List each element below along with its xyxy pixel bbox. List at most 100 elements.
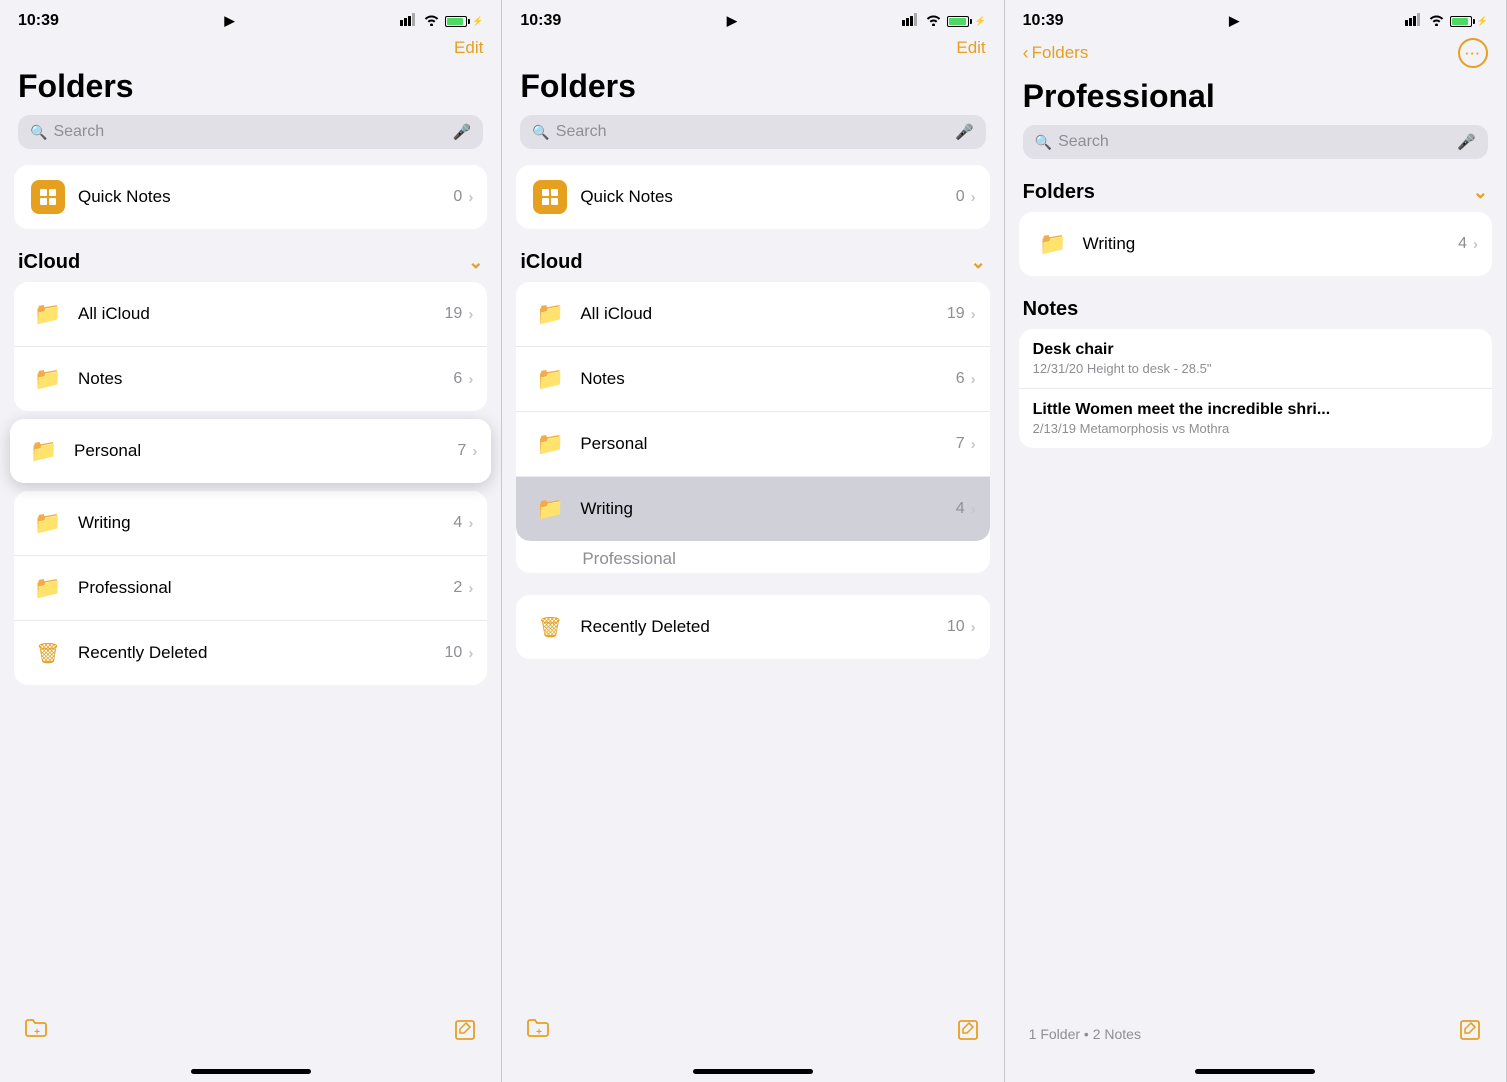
battery-icon-1: ⚡ — [445, 16, 483, 27]
compose-button-3[interactable] — [1458, 1018, 1482, 1049]
icloud-chevron-1[interactable]: ⌄ — [468, 252, 483, 273]
note-title-1: Desk chair — [1033, 341, 1478, 359]
recently-deleted-label-1: Recently Deleted — [78, 643, 445, 663]
compose-button-2[interactable] — [956, 1018, 980, 1049]
search-icon-3: 🔍 — [1035, 134, 1052, 151]
status-bar-3: 10:39 ▶ ⚡ — [1005, 0, 1506, 34]
writing-folder-item-3[interactable]: 📁 Writing 4 › — [1019, 212, 1492, 276]
location-icon-3: ▶ — [1229, 13, 1239, 29]
all-icloud-label-2: All iCloud — [580, 304, 947, 324]
time-2: 10:39 — [520, 12, 561, 30]
mic-icon-2[interactable]: 🎤 — [955, 123, 974, 141]
personal-icon-2: 📁 — [532, 426, 568, 462]
all-icloud-icon-2: 📁 — [532, 296, 568, 332]
status-icons-2: ⚡ — [902, 13, 985, 29]
mic-icon-1[interactable]: 🎤 — [453, 123, 472, 141]
all-icloud-icon-1: 📁 — [30, 296, 66, 332]
bottom-toolbar-2: + — [502, 1008, 1003, 1069]
nav-bar-2: Edit — [502, 34, 1003, 66]
status-icons-3: ⚡ — [1405, 13, 1488, 29]
notes-folder-icon-2: 📁 — [532, 361, 568, 397]
time-1: 10:39 — [18, 12, 59, 30]
writing-item-1[interactable]: 📁 Writing 4 › — [14, 491, 487, 556]
professional-ghost-2: Professional — [516, 541, 989, 573]
writing-item-2[interactable]: 📁 Writing 4 › — [516, 477, 989, 541]
search-bar-3[interactable]: 🔍 Search 🎤 — [1023, 125, 1488, 159]
writing-professional-card-1: 📁 Writing 4 › 📁 Professional 2 › 🗑 Recen… — [14, 491, 487, 685]
icloud-card-1: 📁 All iCloud 19 › 📁 Notes 6 › — [14, 282, 487, 411]
notes-folder-label-2: Notes — [580, 369, 955, 389]
compose-button-1[interactable] — [453, 1018, 477, 1049]
quick-notes-chevron-1: › — [468, 189, 473, 206]
quick-notes-item-1[interactable]: Quick Notes 0 › — [14, 165, 487, 229]
recently-deleted-label-2: Recently Deleted — [580, 617, 947, 637]
writing-count-1: 4 — [453, 514, 462, 532]
mic-icon-3[interactable]: 🎤 — [1457, 133, 1476, 151]
new-folder-button-2[interactable]: + — [526, 1018, 552, 1049]
icloud-header-2: iCloud ⌄ — [502, 245, 1003, 282]
quick-notes-label-2: Quick Notes — [580, 187, 955, 207]
icloud-title-1: iCloud — [18, 251, 80, 274]
trash-icon-1: 🗑 — [30, 635, 66, 671]
back-label-3: Folders — [1032, 43, 1089, 63]
all-icloud-count-2: 19 — [947, 305, 965, 323]
quick-notes-item-2[interactable]: Quick Notes 0 › — [516, 165, 989, 229]
nav-bar-3: ‹ Folders ··· — [1005, 34, 1506, 76]
recently-deleted-item-2[interactable]: 🗑 Recently Deleted 10 › — [516, 595, 989, 659]
status-bar-1: 10:39 ▶ ⚡ — [0, 0, 501, 34]
professional-item-1[interactable]: 📁 Professional 2 › — [14, 556, 487, 621]
folders-chevron-3[interactable]: ⌄ — [1473, 182, 1488, 203]
personal-label-2: Personal — [580, 434, 955, 454]
notes-folder-label-1: Notes — [78, 369, 453, 389]
personal-item-2[interactable]: 📁 Personal 7 › — [516, 412, 989, 477]
personal-item-1[interactable]: 📁 Personal 7 › — [10, 419, 491, 483]
back-button-3[interactable]: ‹ Folders — [1023, 43, 1089, 64]
all-icloud-item-1[interactable]: 📁 All iCloud 19 › — [14, 282, 487, 347]
professional-icon-1: 📁 — [30, 570, 66, 606]
location-icon-1: ▶ — [225, 13, 235, 29]
panel-1: 10:39 ▶ ⚡ Edit Folders 🔍 Search — [0, 0, 502, 1082]
professional-count-1: 2 — [453, 579, 462, 597]
edit-button-1[interactable]: Edit — [454, 38, 483, 58]
edit-button-2[interactable]: Edit — [956, 38, 985, 58]
all-icloud-item-2[interactable]: 📁 All iCloud 19 › — [516, 282, 989, 347]
trash-icon-2: 🗑 — [532, 609, 568, 645]
home-indicator-1 — [0, 1069, 501, 1082]
writing-icon-1: 📁 — [30, 505, 66, 541]
location-icon-2: ▶ — [727, 13, 737, 29]
svg-text:+: + — [536, 1027, 542, 1038]
battery-icon-3: ⚡ — [1450, 16, 1488, 27]
notes-folder-item-1[interactable]: 📁 Notes 6 › — [14, 347, 487, 411]
icloud-chevron-2[interactable]: ⌄ — [971, 252, 986, 273]
quick-notes-chevron-2: › — [971, 189, 976, 206]
notes-folder-count-2: 6 — [956, 370, 965, 388]
recently-deleted-count-2: 10 — [947, 618, 965, 636]
battery-icon-2: ⚡ — [947, 16, 985, 27]
nav-bar-1: Edit — [0, 34, 501, 66]
time-3: 10:39 — [1023, 12, 1064, 30]
icloud-header-1: iCloud ⌄ — [0, 245, 501, 282]
search-placeholder-2: Search — [556, 123, 949, 141]
notes-card-3: Desk chair 12/31/20 Height to desk - 28.… — [1019, 329, 1492, 448]
search-bar-1[interactable]: 🔍 Search 🎤 — [18, 115, 483, 149]
personal-elevated-card[interactable]: 📁 Personal 7 › — [10, 419, 491, 483]
recently-deleted-item-1[interactable]: 🗑 Recently Deleted 10 › — [14, 621, 487, 685]
more-button-3[interactable]: ··· — [1458, 38, 1488, 68]
note-item-2[interactable]: Little Women meet the incredible shri...… — [1019, 389, 1492, 448]
notes-folder-item-2[interactable]: 📁 Notes 6 › — [516, 347, 989, 412]
wifi-icon-3 — [1428, 13, 1445, 29]
note-item-1[interactable]: Desk chair 12/31/20 Height to desk - 28.… — [1019, 329, 1492, 389]
home-indicator-3 — [1005, 1069, 1506, 1082]
all-icloud-label-1: All iCloud — [78, 304, 445, 324]
home-indicator-2 — [502, 1069, 1003, 1082]
writing-label-2: Writing — [580, 499, 955, 519]
search-icon-2: 🔍 — [532, 124, 549, 141]
search-bar-2[interactable]: 🔍 Search 🎤 — [520, 115, 985, 149]
quick-notes-count-1: 0 — [453, 188, 462, 206]
quick-notes-icon-1 — [30, 179, 66, 215]
new-folder-button-1[interactable]: + — [24, 1018, 50, 1049]
personal-label-1: Personal — [74, 441, 457, 461]
folders-card-3: 📁 Writing 4 › — [1019, 212, 1492, 276]
professional-label-1: Professional — [78, 578, 453, 598]
writing-folder-label-3: Writing — [1083, 234, 1458, 254]
